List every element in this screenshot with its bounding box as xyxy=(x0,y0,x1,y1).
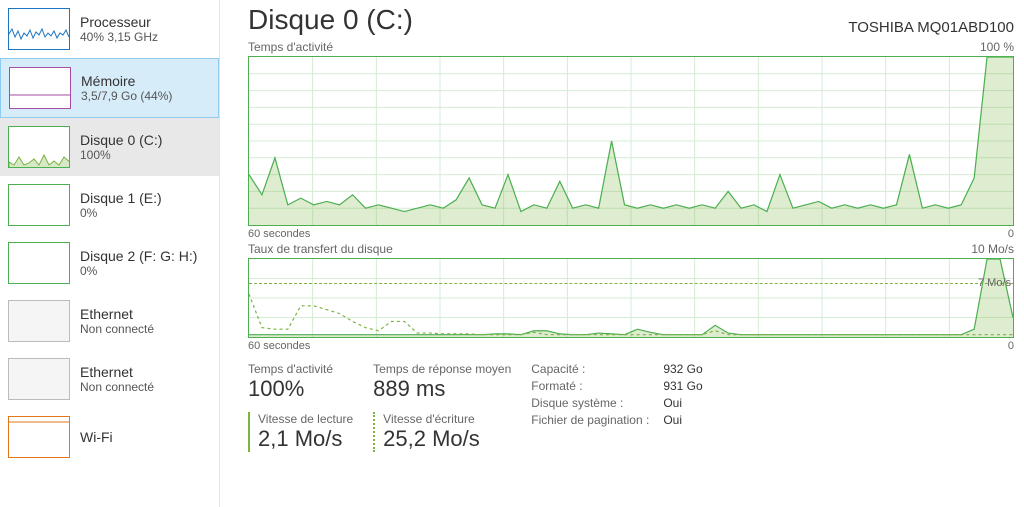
sidebar-thumb-gray xyxy=(8,358,70,400)
activity-chart-xright: 0 xyxy=(1008,228,1014,240)
sidebar[interactable]: Processeur40% 3,15 GHzMémoire3,5/7,9 Go … xyxy=(0,0,220,507)
sidebar-item-title: Disque 0 (C:) xyxy=(80,132,162,148)
sidebar-item-title: Ethernet xyxy=(80,364,154,380)
sidebar-item-1[interactable]: Mémoire3,5/7,9 Go (44%) xyxy=(0,58,219,118)
device-model: TOSHIBA MQ01ABD100 xyxy=(848,19,1014,36)
sidebar-item-title: Mémoire xyxy=(81,73,172,89)
sidebar-item-7[interactable]: Wi-Fi xyxy=(0,408,219,466)
activity-label: Temps d'activité xyxy=(248,362,353,376)
sidebar-item-sub: Non connecté xyxy=(80,322,154,336)
sidebar-item-sub: 0% xyxy=(80,206,162,220)
sidebar-item-0[interactable]: Processeur40% 3,15 GHz xyxy=(0,0,219,58)
sidebar-item-sub: 0% xyxy=(80,264,197,278)
transfer-chart-title: Taux de transfert du disque xyxy=(248,242,393,256)
sidebar-item-4[interactable]: Disque 2 (F: G: H:)0% xyxy=(0,234,219,292)
transfer-chart-xright: 0 xyxy=(1008,340,1014,352)
sidebar-item-title: Wi-Fi xyxy=(80,429,113,445)
sidebar-thumb-green xyxy=(8,184,70,226)
sidebar-item-sub: 40% 3,15 GHz xyxy=(80,30,158,44)
prop-label: Capacité : xyxy=(531,362,649,376)
response-value: 889 ms xyxy=(373,376,511,402)
prop-value: 932 Go xyxy=(663,362,702,376)
sidebar-item-sub: 100% xyxy=(80,148,162,162)
sidebar-item-2[interactable]: Disque 0 (C:)100% xyxy=(0,118,219,176)
prop-value: 931 Go xyxy=(663,379,702,393)
sidebar-item-5[interactable]: EthernetNon connecté xyxy=(0,292,219,350)
activity-chart-ylabel: 100 % xyxy=(980,40,1014,54)
activity-chart-block: Temps d'activité 100 % 60 secondes 0 xyxy=(248,40,1014,240)
sidebar-item-6[interactable]: EthernetNon connecté xyxy=(0,350,219,408)
activity-chart-title: Temps d'activité xyxy=(248,40,333,54)
write-value: 25,2 Mo/s xyxy=(383,426,511,452)
sidebar-thumb-orange xyxy=(8,416,70,458)
sidebar-thumb-blue xyxy=(8,8,70,50)
transfer-chart-block: Taux de transfert du disque 10 Mo/s 7 Mo… xyxy=(248,242,1014,352)
sidebar-thumb-green xyxy=(8,242,70,284)
prop-value: Oui xyxy=(663,396,702,410)
prop-label: Formaté : xyxy=(531,379,649,393)
read-value: 2,1 Mo/s xyxy=(258,426,353,452)
response-label: Temps de réponse moyen xyxy=(373,362,511,376)
sidebar-item-title: Disque 2 (F: G: H:) xyxy=(80,248,197,264)
activity-chart-xleft: 60 secondes xyxy=(248,228,310,240)
prop-label: Fichier de pagination : xyxy=(531,413,649,427)
prop-label: Disque système : xyxy=(531,396,649,410)
sidebar-item-sub: 3,5/7,9 Go (44%) xyxy=(81,89,172,103)
sidebar-thumb-green xyxy=(8,126,70,168)
sidebar-item-3[interactable]: Disque 1 (E:)0% xyxy=(0,176,219,234)
activity-chart xyxy=(248,56,1014,226)
properties: Capacité : Formaté : Disque système : Fichi… xyxy=(531,362,702,452)
sidebar-thumb-purple xyxy=(9,67,71,109)
transfer-chart-ylabel: 10 Mo/s xyxy=(971,242,1014,256)
sidebar-item-title: Ethernet xyxy=(80,306,154,322)
transfer-marker-label: 7 Mo/s xyxy=(978,277,1011,289)
transfer-chart-xleft: 60 secondes xyxy=(248,340,310,352)
read-label: Vitesse de lecture xyxy=(258,412,353,426)
sidebar-thumb-gray xyxy=(8,300,70,342)
transfer-chart: 7 Mo/s xyxy=(248,258,1014,338)
sidebar-item-title: Disque 1 (E:) xyxy=(80,190,162,206)
page-title: Disque 0 (C:) xyxy=(248,4,413,36)
sidebar-item-sub: Non connecté xyxy=(80,380,154,394)
stats-row: Temps d'activité 100% Vitesse de lecture… xyxy=(248,362,1014,452)
sidebar-item-title: Processeur xyxy=(80,14,158,30)
main-panel: Disque 0 (C:) TOSHIBA MQ01ABD100 Temps d… xyxy=(220,0,1024,507)
prop-value: Oui xyxy=(663,413,702,427)
write-label: Vitesse d'écriture xyxy=(383,412,511,426)
activity-value: 100% xyxy=(248,376,353,402)
